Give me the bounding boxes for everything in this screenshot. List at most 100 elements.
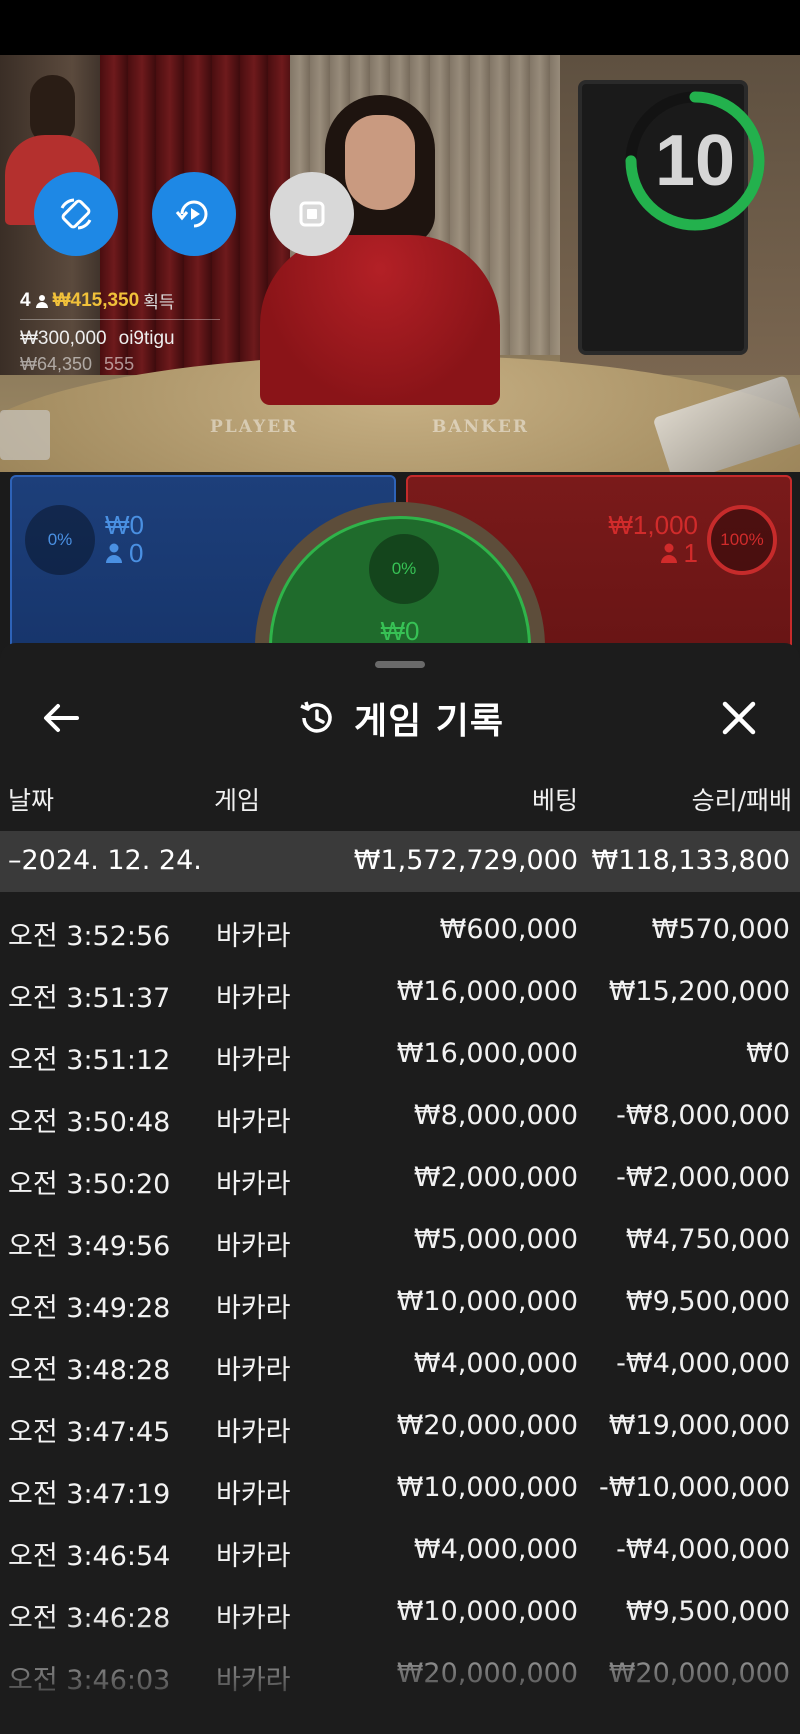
history-row[interactable]: 오전 3:49:56 바카라 ₩5,000,000 ₩4,750,000 bbox=[0, 1208, 800, 1270]
arrow-left-icon bbox=[44, 704, 79, 732]
row-bet: ₩8,000,000 bbox=[413, 1100, 578, 1131]
history-row[interactable]: 오전 3:46:03 바카라 ₩20,000,000 ₩20,000,000 bbox=[0, 1642, 800, 1704]
column-header-bet: 베팅 bbox=[531, 786, 578, 815]
row-time: 오전 3:47:45 bbox=[8, 1417, 171, 1448]
row-winloss: -₩8,000,000 bbox=[616, 1100, 790, 1131]
row-bet: ₩600,000 bbox=[439, 914, 578, 945]
sheet-header: 게임 기록 bbox=[0, 683, 800, 753]
history-row[interactable]: 오전 3:46:54 바카라 ₩4,000,000 -₩4,000,000 bbox=[0, 1518, 800, 1580]
player-bettors-count: 0 bbox=[129, 538, 144, 568]
dealer bbox=[230, 85, 530, 405]
sheet-title-wrap: 게임 기록 bbox=[0, 683, 800, 753]
user-icon bbox=[35, 294, 48, 308]
row-time: 오전 3:46:54 bbox=[8, 1541, 171, 1572]
row-time: 오전 3:51:37 bbox=[8, 983, 171, 1014]
row-bet: ₩16,000,000 bbox=[396, 1038, 578, 1069]
row-winloss: ₩19,000,000 bbox=[608, 1410, 790, 1441]
winners-panel: 4 ₩415,350 획득 ₩300,000 oi9tigu ₩64,350 5… bbox=[20, 288, 220, 375]
stop-icon bbox=[299, 201, 325, 227]
winners-total: ₩415,350 bbox=[52, 289, 140, 311]
row-winloss: ₩20,000,000 bbox=[608, 1658, 790, 1689]
row-time: 오전 3:50:20 bbox=[8, 1169, 171, 1200]
row-time: 오전 3:48:28 bbox=[8, 1355, 171, 1386]
row-bet: ₩10,000,000 bbox=[396, 1472, 578, 1503]
winner-user: 555 bbox=[104, 354, 135, 374]
row-bet: ₩2,000,000 bbox=[413, 1162, 578, 1193]
row-bet: ₩4,000,000 bbox=[413, 1534, 578, 1565]
column-header-date: 날짜 bbox=[8, 786, 55, 815]
row-winloss: -₩4,000,000 bbox=[616, 1348, 790, 1379]
history-row[interactable]: 오전 3:50:48 바카라 ₩8,000,000 -₩8,000,000 bbox=[0, 1084, 800, 1146]
row-game: 바카라 bbox=[216, 921, 291, 952]
row-time: 오전 3:49:28 bbox=[8, 1293, 171, 1324]
column-header-game: 게임 bbox=[214, 786, 261, 815]
row-game: 바카라 bbox=[216, 1169, 291, 1200]
row-winloss: ₩4,750,000 bbox=[625, 1224, 790, 1255]
winners-count: 4 bbox=[20, 289, 31, 311]
row-winloss: ₩9,500,000 bbox=[625, 1286, 790, 1317]
felt-banker-label: BANKER bbox=[432, 417, 529, 437]
round-timer: 10 bbox=[622, 88, 768, 234]
history-row[interactable]: 오전 3:50:20 바카라 ₩2,000,000 -₩2,000,000 bbox=[0, 1146, 800, 1208]
winner-entry: ₩64,350 555 bbox=[20, 354, 220, 375]
row-game: 바카라 bbox=[216, 1665, 291, 1696]
row-game: 바카라 bbox=[216, 983, 291, 1014]
history-row[interactable]: 오전 3:49:28 바카라 ₩10,000,000 ₩9,500,000 bbox=[0, 1270, 800, 1332]
winners-label: 획득 bbox=[143, 293, 175, 312]
row-winloss: ₩570,000 bbox=[651, 914, 790, 945]
row-game: 바카라 bbox=[216, 1417, 291, 1448]
history-date-summary[interactable]: –2024. 12. 24. ₩1,572,729,000 ₩118,133,8… bbox=[0, 831, 800, 892]
status-bar bbox=[0, 0, 800, 55]
history-row[interactable]: 오전 3:51:37 바카라 ₩16,000,000 ₩15,200,000 bbox=[0, 960, 800, 1022]
row-game: 바카라 bbox=[216, 1479, 291, 1510]
user-icon bbox=[106, 543, 122, 563]
row-game: 바카라 bbox=[216, 1541, 291, 1572]
rotate-view-button[interactable] bbox=[34, 172, 118, 256]
tie-bet-amount: ₩0 bbox=[380, 616, 420, 646]
row-winloss: ₩0 bbox=[746, 1038, 790, 1069]
timer-value: 10 bbox=[654, 121, 736, 201]
history-row[interactable]: 오전 3:48:28 바카라 ₩4,000,000 -₩4,000,000 bbox=[0, 1332, 800, 1394]
row-time: 오전 3:52:56 bbox=[8, 921, 171, 952]
banker-bet-amount: ₩1,000 bbox=[608, 510, 698, 540]
row-time: 오전 3:51:12 bbox=[8, 1045, 171, 1076]
game-history-sheet: 게임 기록 날짜 게임 베팅 승리/패배 –2024. 12. 24. ₩1,5… bbox=[0, 643, 800, 1734]
history-list: 오전 3:52:56 바카라 ₩600,000 ₩570,000 오전 3:51:37 바… bbox=[0, 898, 800, 1704]
summary-bet-total: ₩1,572,729,000 bbox=[353, 845, 578, 876]
close-icon bbox=[722, 701, 756, 735]
history-row[interactable]: 오전 3:46:28 바카라 ₩10,000,000 ₩9,500,000 bbox=[0, 1580, 800, 1642]
replay-button[interactable] bbox=[152, 172, 236, 256]
summary-winloss-total: ₩118,133,800 bbox=[591, 845, 790, 876]
banker-bettors-count: 1 bbox=[683, 538, 698, 568]
history-row[interactable]: 오전 3:47:19 바카라 ₩10,000,000 -₩10,000,000 bbox=[0, 1456, 800, 1518]
row-time: 오전 3:50:48 bbox=[8, 1107, 171, 1138]
close-button[interactable] bbox=[716, 695, 762, 741]
row-game: 바카라 bbox=[216, 1293, 291, 1324]
summary-date: –2024. 12. 24. bbox=[8, 845, 202, 876]
player-bet-amount: ₩0 bbox=[105, 510, 144, 540]
row-time: 오전 3:49:56 bbox=[8, 1231, 171, 1262]
rotate-icon bbox=[60, 198, 92, 230]
stop-button[interactable] bbox=[270, 172, 354, 256]
banker-percent: 100% bbox=[707, 505, 777, 575]
row-winloss: -₩4,000,000 bbox=[616, 1534, 790, 1565]
row-game: 바카라 bbox=[216, 1231, 291, 1262]
sheet-title: 게임 기록 bbox=[353, 701, 504, 742]
back-button[interactable] bbox=[38, 695, 84, 741]
row-game: 바카라 bbox=[216, 1045, 291, 1076]
history-row[interactable]: 오전 3:51:12 바카라 ₩16,000,000 ₩0 bbox=[0, 1022, 800, 1084]
winner-amount: ₩300,000 bbox=[20, 328, 107, 349]
row-game: 바카라 bbox=[216, 1355, 291, 1386]
banker-bettors: 1 bbox=[660, 539, 698, 567]
history-row[interactable]: 오전 3:47:45 바카라 ₩20,000,000 ₩19,000,000 bbox=[0, 1394, 800, 1456]
history-row[interactable]: 오전 3:52:56 바카라 ₩600,000 ₩570,000 bbox=[0, 898, 800, 960]
row-bet: ₩4,000,000 bbox=[413, 1348, 578, 1379]
row-winloss: ₩9,500,000 bbox=[625, 1596, 790, 1627]
row-bet: ₩10,000,000 bbox=[396, 1286, 578, 1317]
betting-area: 0% ₩0 0 ₩1,000 1 100% 0% ₩0 bbox=[0, 472, 800, 792]
row-bet: ₩20,000,000 bbox=[396, 1410, 578, 1441]
replay-icon bbox=[175, 200, 208, 228]
row-winloss: ₩15,200,000 bbox=[608, 976, 790, 1007]
sheet-drag-handle[interactable] bbox=[375, 661, 425, 668]
tie-percent: 0% bbox=[369, 534, 439, 604]
